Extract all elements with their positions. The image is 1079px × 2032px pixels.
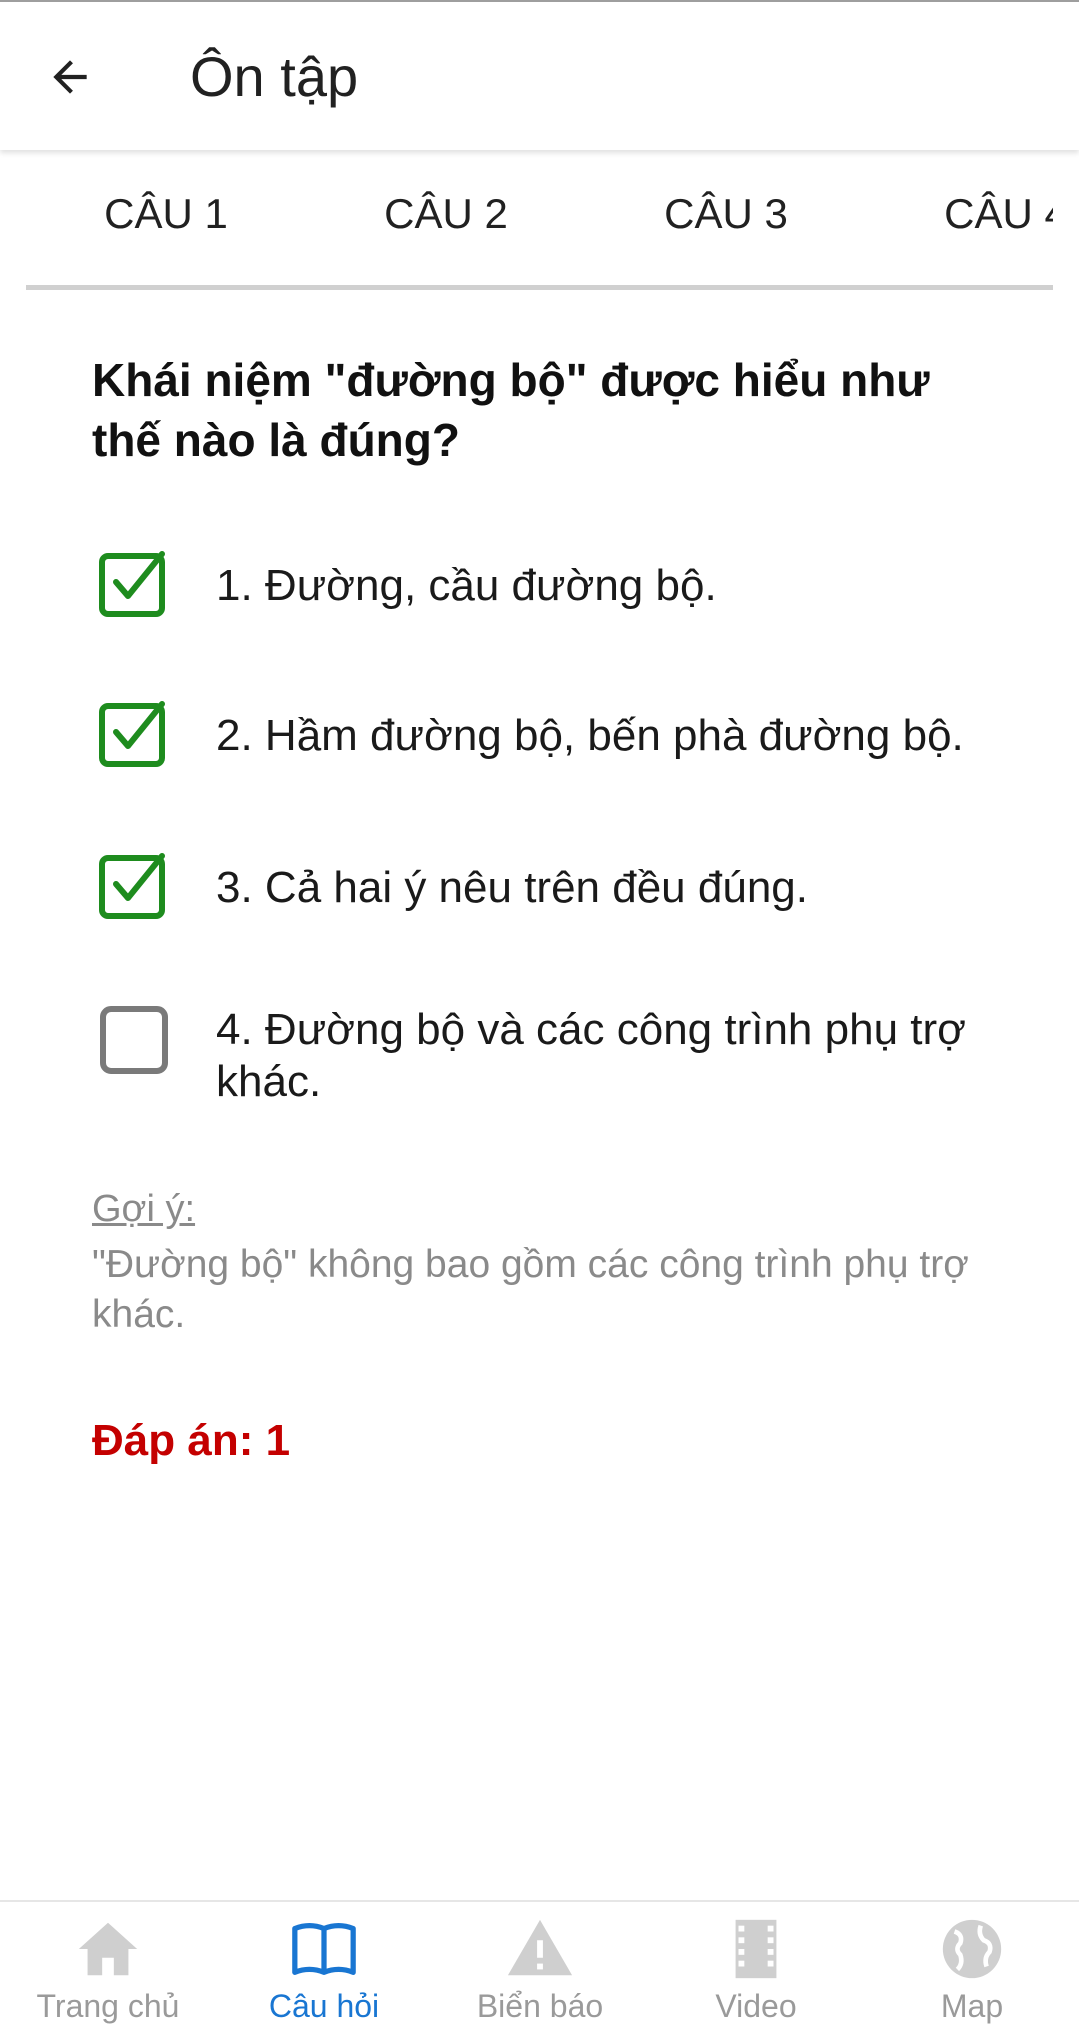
option-3[interactable]: 3. Cả hai ý nêu trên đều đúng. (98, 850, 1018, 922)
option-1[interactable]: 1. Đường, cầu đường bộ. (98, 548, 1018, 620)
option-label: 3. Cả hai ý nêu trên đều đúng. (216, 863, 808, 912)
arrow-back-icon (53, 60, 87, 94)
checkbox-checked-icon[interactable] (98, 850, 170, 922)
hint-label: Gợi ý: (92, 1188, 196, 1230)
option-label: 4. Đường bộ và các công trình phụ trợ kh… (216, 1005, 966, 1106)
home-icon (78, 1922, 138, 1976)
nav-item-video[interactable]: Video (648, 1914, 864, 2032)
nav-item-map[interactable]: Map (864, 1914, 1079, 2032)
nav-item-home[interactable]: Trang chủ (0, 1914, 216, 2032)
warning-icon (507, 1919, 573, 1976)
option-2[interactable]: 2. Hầm đường bộ, bến phà đường bộ. (98, 698, 1018, 770)
tab-question-2[interactable]: CÂU 2 (346, 190, 546, 238)
option-label: 2. Hầm đường bộ, bến phà đường bộ. (216, 711, 964, 760)
bottom-nav: Trang chủ Câu hỏi Biển báo Video Map (0, 1900, 1079, 2032)
answer-text: Đáp án: 1 (92, 1416, 291, 1465)
nav-item-signs[interactable]: Biển báo (432, 1914, 648, 2032)
globe-icon (942, 1919, 1002, 1979)
nav-label: Trang chủ (36, 1988, 180, 2024)
option-label: 1. Đường, cầu đường bộ. (216, 561, 717, 610)
option-4[interactable]: 4. Đường bộ và các công trình phụ trợ kh… (98, 1004, 1018, 1108)
tab-question-3[interactable]: CÂU 3 (626, 190, 826, 238)
tab-question-1[interactable]: CÂU 1 (66, 190, 266, 238)
tab-question-4[interactable]: CÂU 4 (906, 190, 1053, 238)
film-icon (735, 1919, 777, 1979)
checkbox-unchecked-icon[interactable] (98, 1004, 170, 1076)
hint-text: "Đường bộ" không bao gồm các công trình … (92, 1243, 969, 1336)
tabs-divider (26, 285, 1053, 290)
nav-item-questions[interactable]: Câu hỏi (216, 1914, 432, 2032)
back-button[interactable] (30, 32, 110, 122)
nav-label: Câu hỏi (268, 1988, 380, 2024)
nav-label: Video (715, 1988, 797, 2024)
page-title: Ôn tập (190, 45, 359, 108)
app-bar: Ôn tập (0, 0, 1079, 150)
nav-label: Map (940, 1988, 1004, 2024)
checkbox-checked-icon[interactable] (98, 548, 170, 620)
question-tabs: CÂU 1 CÂU 2 CÂU 3 CÂU 4 (26, 150, 1053, 290)
checkbox-checked-icon[interactable] (98, 698, 170, 770)
nav-label: Biển báo (476, 1988, 604, 2024)
question-text: Khái niệm "đường bộ" được hiểu như thế n… (92, 354, 930, 466)
book-icon (292, 1923, 356, 1975)
